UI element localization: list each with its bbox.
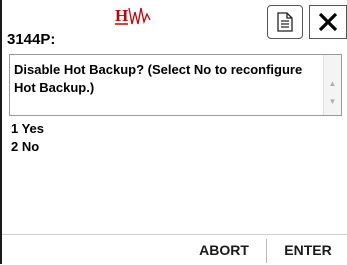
- device-tag-label: 3144P:: [7, 31, 56, 48]
- close-icon: [318, 12, 338, 32]
- prompt-text: Disable Hot Backup? (Select No to reconf…: [14, 62, 303, 95]
- scroll-up-icon[interactable]: ▲: [324, 77, 341, 91]
- footer-bar: ABORT ENTER: [2, 234, 347, 265]
- enter-button[interactable]: ENTER: [268, 235, 347, 265]
- options-list: 1 Yes 2 No: [11, 120, 44, 156]
- prompt-scrollbar[interactable]: ▲ ▼: [323, 55, 341, 115]
- hw-logo-icon: H: [115, 6, 151, 25]
- document-icon: [277, 12, 293, 32]
- option-no[interactable]: 2 No: [11, 138, 44, 156]
- footer-divider: [266, 239, 267, 263]
- device-screen: H 3144P: Disable Hot Backup? (Select No …: [0, 0, 347, 265]
- prompt-box: Disable Hot Backup? (Select No to reconf…: [9, 54, 342, 116]
- option-yes[interactable]: 1 Yes: [11, 120, 44, 138]
- document-button[interactable]: [267, 5, 303, 39]
- header-bar: H 3144P:: [2, 0, 347, 48]
- abort-button[interactable]: ABORT: [182, 235, 266, 265]
- scroll-down-icon[interactable]: ▼: [324, 95, 341, 109]
- close-button[interactable]: [309, 5, 347, 39]
- svg-text:H: H: [115, 6, 128, 25]
